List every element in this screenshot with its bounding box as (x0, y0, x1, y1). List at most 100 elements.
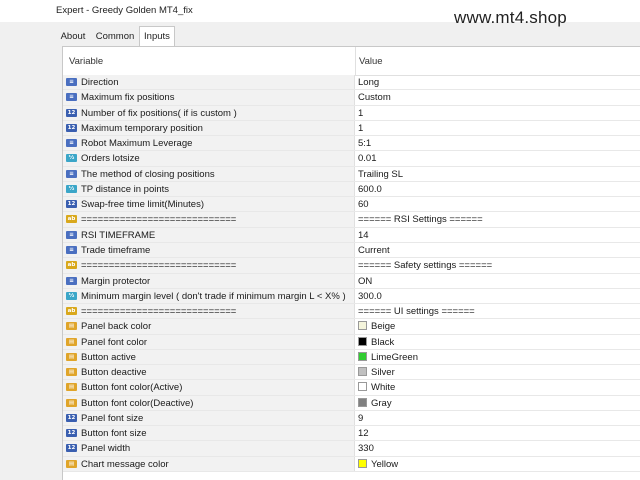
value-cell[interactable]: ====== UI settings ====== (356, 304, 640, 318)
table-row[interactable]: ▤ Button font color(Deactive) Gray (63, 395, 640, 411)
table-row[interactable]: ▤ Panel back color Beige (63, 319, 640, 335)
value-cell[interactable]: Custom (356, 90, 640, 104)
value-cell[interactable]: 5:1 (356, 136, 640, 150)
table-row[interactable]: ≡ The method of closing positions Trailing… (63, 166, 640, 182)
value-cell[interactable]: ON (356, 274, 640, 288)
value-cell[interactable]: ====== Safety settings ====== (356, 258, 640, 272)
value-cell[interactable]: ====== RSI Settings ====== (356, 212, 640, 226)
value-cell[interactable]: Gray (356, 396, 640, 410)
table-row[interactable]: ab ============================ ====== UI … (63, 304, 640, 320)
int-type-icon: 12 (66, 200, 77, 209)
table-row[interactable]: ≡ Trade timeframe Current (63, 242, 640, 259)
value-cell[interactable]: White (356, 380, 640, 394)
color-swatch (358, 351, 367, 361)
variable-cell: ½ Orders lotsize (63, 151, 355, 166)
value-cell[interactable]: 300.0 (356, 289, 640, 303)
table-row[interactable]: 12 Swap-free time limit(Minutes) 60 (63, 197, 640, 213)
table-row[interactable]: ▤ Chart message color Yellow (63, 456, 640, 473)
value-cell[interactable]: 1 (356, 106, 640, 120)
table-row[interactable]: ≡ RSI TIMEFRAME 14 (63, 227, 640, 243)
table-row[interactable]: ▤ Panel font color Black (63, 334, 640, 350)
value-text: 60 (358, 199, 369, 211)
value-cell[interactable]: Black (356, 335, 640, 349)
variable-cell: ≡ Robot Maximum Leverage (63, 136, 355, 151)
value-cell[interactable]: Long (356, 75, 640, 89)
table-row[interactable]: ≡ Direction Long (63, 75, 640, 91)
variable-cell: ½ Minimum margin level ( don't trade if m… (63, 288, 355, 304)
dbl-type-icon: ½ (66, 154, 77, 163)
value-cell[interactable]: 0.01 (356, 151, 640, 165)
value-cell[interactable]: 60 (356, 197, 640, 211)
table-row[interactable]: ≡ Maximum fix positions Custom (63, 90, 640, 106)
value-text: 1 (358, 122, 364, 134)
value-text: ====== Safety settings ====== (358, 260, 493, 272)
value-text: ====== UI settings ====== (358, 306, 475, 318)
variable-name: RSI TIMEFRAME (81, 229, 156, 241)
tab-common[interactable]: Common (92, 28, 138, 45)
value-cell[interactable]: Beige (356, 319, 640, 333)
clr-type-icon: ▤ (66, 368, 77, 377)
table-row[interactable]: 12 Panel width 330 (63, 441, 640, 457)
value-cell[interactable]: 14 (356, 228, 640, 242)
value-cell[interactable]: 9 (356, 411, 640, 425)
clr-type-icon: ▤ (66, 398, 77, 407)
variable-cell: ≡ RSI TIMEFRAME (63, 227, 355, 242)
value-cell[interactable]: Trailing SL (356, 167, 640, 181)
variable-name: Button font color(Deactive) (81, 397, 194, 409)
tab-about[interactable]: About (56, 28, 90, 45)
variable-name: Panel font size (81, 412, 144, 424)
value-cell[interactable]: LimeGreen (356, 350, 640, 364)
value-text: 300.0 (358, 290, 382, 302)
table-row[interactable]: ▤ Button active LimeGreen (63, 349, 640, 366)
variable-name: Panel width (81, 443, 131, 455)
table-row[interactable]: ▤ Button deactive Silver (63, 365, 640, 381)
table-row[interactable]: 12 Number of fix positions( if is custom … (63, 105, 640, 121)
table-row[interactable]: ≡ Robot Maximum Leverage 5:1 (63, 136, 640, 152)
table-row[interactable]: 12 Button font size 12 (63, 426, 640, 442)
value-cell[interactable]: Current (356, 243, 640, 257)
value-text: ====== RSI Settings ====== (358, 214, 483, 226)
variable-name: Margin protector (81, 275, 151, 287)
table-row[interactable]: ½ TP distance in points 600.0 (63, 181, 640, 198)
value-cell[interactable]: 12 (356, 426, 640, 440)
value-cell[interactable]: 1 (356, 121, 640, 135)
bool-type-icon: ≡ (66, 276, 77, 285)
variable-name: ============================ (81, 214, 237, 226)
int-type-icon: 12 (66, 123, 77, 132)
enm-type-icon: ≡ (66, 139, 77, 148)
variable-cell: ▤ Button font color(Deactive) (63, 395, 355, 410)
value-text: Yellow (371, 458, 399, 470)
variable-cell: ▤ Panel font color (63, 334, 355, 349)
table-row[interactable]: 12 Maximum temporary position 1 (63, 120, 640, 137)
enm-type-icon: ≡ (66, 245, 77, 254)
column-header-value[interactable]: Value (359, 56, 383, 67)
value-cell[interactable]: Silver (356, 365, 640, 379)
clr-type-icon: ▤ (66, 322, 77, 331)
variable-cell: ▤ Button font color(Active) (63, 380, 355, 395)
clr-type-icon: ▤ (66, 352, 77, 361)
variable-name: The method of closing positions (81, 168, 215, 180)
column-header-variable[interactable]: Variable (69, 56, 103, 67)
value-cell[interactable]: 330 (356, 441, 640, 455)
table-row[interactable]: ½ Orders lotsize 0.01 (63, 151, 640, 167)
variable-name: Trade timeframe (81, 244, 151, 256)
value-cell[interactable]: Yellow (356, 457, 640, 471)
variable-name: Chart message color (81, 458, 169, 470)
table-row[interactable]: ▤ Button font color(Active) White (63, 380, 640, 396)
table-row[interactable]: ab ============================ ====== Saf… (63, 258, 640, 274)
variable-name: Panel font color (81, 336, 148, 348)
table-row[interactable]: 12 Panel font size 9 (63, 410, 640, 427)
watermark-text: www.mt4.shop (454, 8, 567, 27)
table-row[interactable]: ≡ Margin protector ON (63, 273, 640, 289)
value-text: Black (371, 336, 395, 348)
value-cell[interactable]: 600.0 (356, 182, 640, 196)
color-swatch (358, 397, 367, 407)
table-row[interactable]: ab ============================ ====== RSI… (63, 212, 640, 228)
variable-cell: 12 Number of fix positions( if is custom … (63, 105, 355, 120)
variable-cell: ab ============================ (63, 212, 355, 227)
table-row[interactable]: ½ Minimum margin level ( don't trade if m… (63, 288, 640, 305)
variable-name: Swap-free time limit(Minutes) (81, 199, 204, 211)
value-text: Silver (371, 367, 395, 379)
tab-inputs[interactable]: Inputs (139, 26, 175, 46)
column-divider[interactable] (355, 47, 356, 75)
